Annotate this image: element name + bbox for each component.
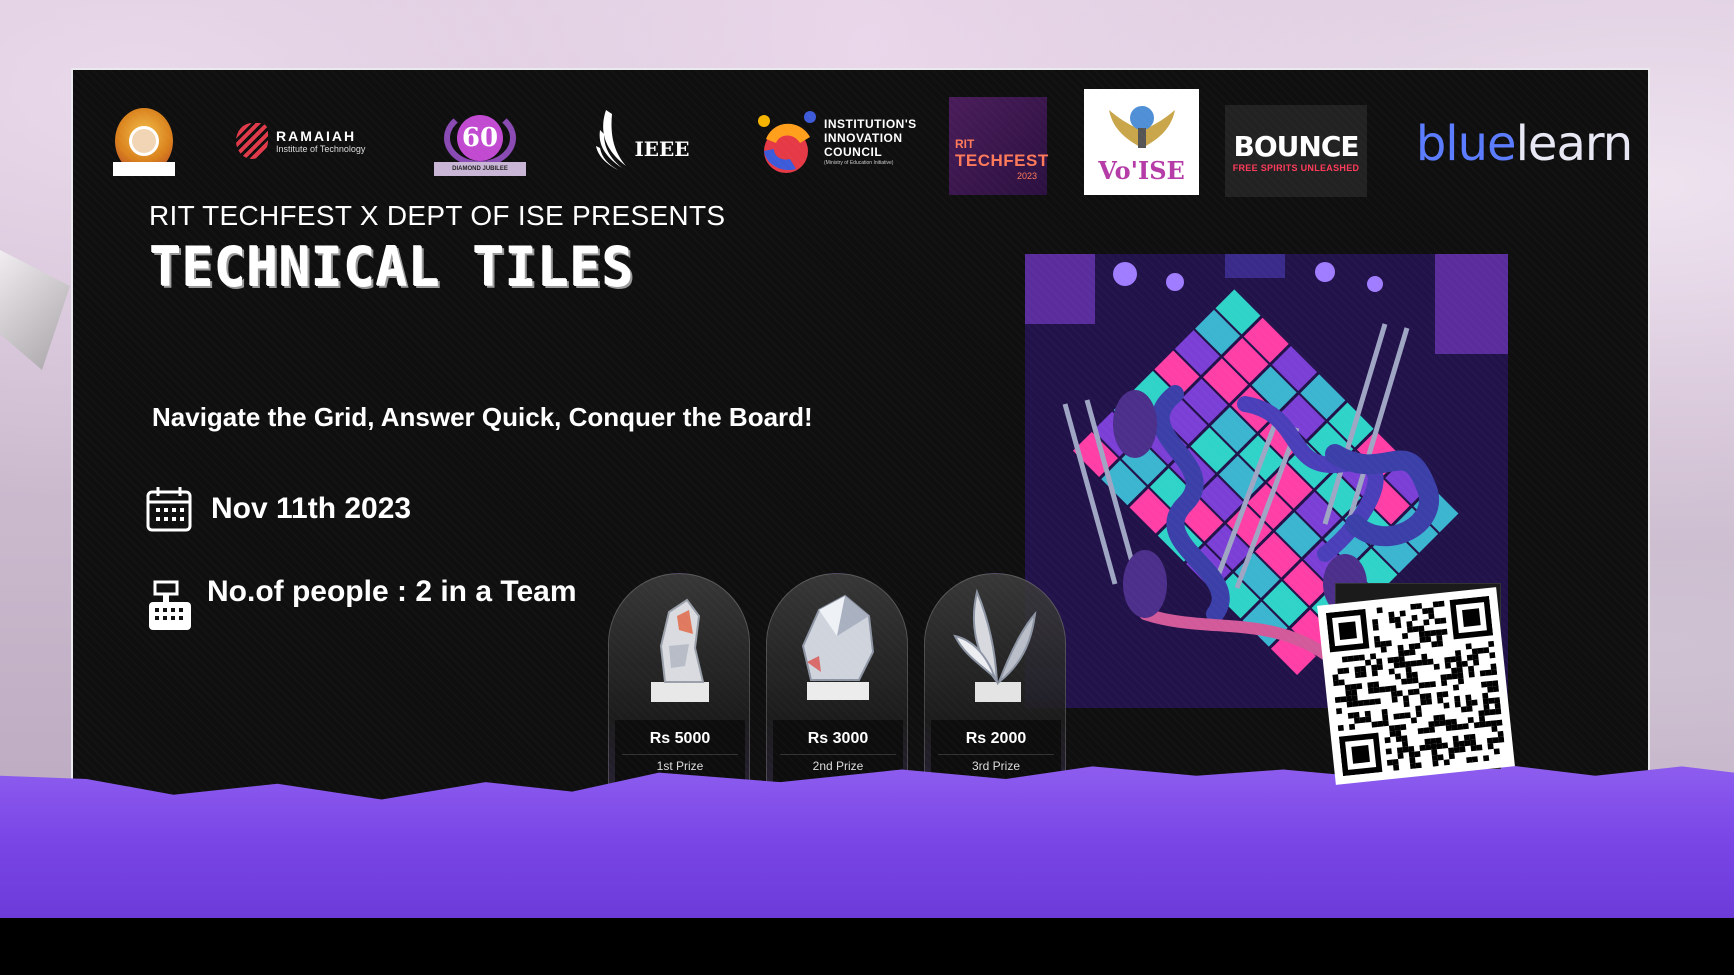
prize-amount: Rs 5000 — [649, 730, 711, 747]
trophy-1-icon — [651, 598, 709, 702]
iic-logo: INSTITUTION'S INNOVATION COUNCIL (Minist… — [756, 106, 926, 178]
iic-mark-icon — [758, 111, 816, 173]
prize-rank: 2nd Prize — [812, 759, 864, 773]
voise-emblem-icon — [1108, 105, 1175, 148]
prize-rank: 3rd Prize — [971, 759, 1021, 773]
ieee-wing-icon — [596, 110, 627, 170]
event-title: TECHNICAL TILES — [150, 236, 635, 300]
iic-subtitle: (Ministry of Education Initiative) — [824, 160, 894, 166]
iic-line-3: COUNCIL — [824, 145, 883, 159]
diamond-jubilee-logo: 60 DIAMOND JUBILEE — [434, 100, 526, 176]
trophy-3-icon — [953, 588, 1037, 702]
ieee-text: IEEE — [634, 137, 690, 161]
bounce-logo: BOUNCE FREE SPIRITS UNLEASHED — [1225, 105, 1367, 197]
ieee-logo: IEEE — [593, 106, 693, 174]
prize-amount: Rs 3000 — [807, 730, 869, 747]
event-tagline: Navigate the Grid, Answer Quick, Conquer… — [152, 402, 813, 432]
bottom-bar — [0, 918, 1734, 975]
date-row: Nov 11th 2023 — [145, 485, 411, 533]
voise-logo: Vo'ISE — [1084, 89, 1199, 195]
prize-amount: Rs 2000 — [965, 730, 1027, 747]
jubilee-banner: DIAMOND JUBILEE — [434, 162, 526, 176]
bluelearn-part-2: learn — [1515, 116, 1634, 172]
iic-line-2: INNOVATION — [824, 131, 903, 145]
iic-line-1: INSTITUTION'S — [824, 117, 917, 131]
calendar-icon — [146, 487, 192, 532]
event-date: Nov 11th 2023 — [211, 492, 412, 525]
bounce-tagline: FREE SPIRITS UNLEASHED — [1232, 162, 1360, 173]
prize-rank: 1st Prize — [656, 759, 704, 773]
techfest-text: TECHFEST — [955, 151, 1049, 170]
presents-heading: RIT TECHFEST X DEPT OF ISE PRESENTS — [149, 200, 726, 231]
team-row: No.of people : 2 in a Team — [145, 575, 577, 634]
sponsor-logos-row: RAMAIAH Institute of Technology 60 DIAMO… — [73, 70, 1648, 210]
ramaiah-logo: RAMAIAH Institute of Technology — [236, 120, 386, 162]
jubilee-number: 60 — [457, 115, 503, 161]
registration-qr-code[interactable] — [1317, 587, 1515, 785]
team-size: No.of people : 2 in a Team — [207, 575, 577, 608]
cash-register-icon — [149, 580, 191, 630]
techfest-year: 2023 — [1017, 171, 1038, 181]
ramaiah-name: RAMAIAH — [276, 128, 357, 144]
rit-text: RIT — [955, 137, 975, 151]
bluelearn-part-1: blue — [1415, 116, 1517, 172]
rit-techfest-logo: RIT TECHFEST 2023 — [949, 97, 1049, 195]
bounce-name: BOUNCE — [1233, 129, 1360, 163]
bluelearn-logo: bluelearn — [1409, 114, 1639, 174]
msr-centenary-logo — [113, 108, 175, 176]
ramaiah-subtitle: Institute of Technology — [276, 144, 366, 154]
voise-text: Vo'ISE — [1098, 155, 1185, 185]
trophy-2-icon — [801, 594, 875, 700]
